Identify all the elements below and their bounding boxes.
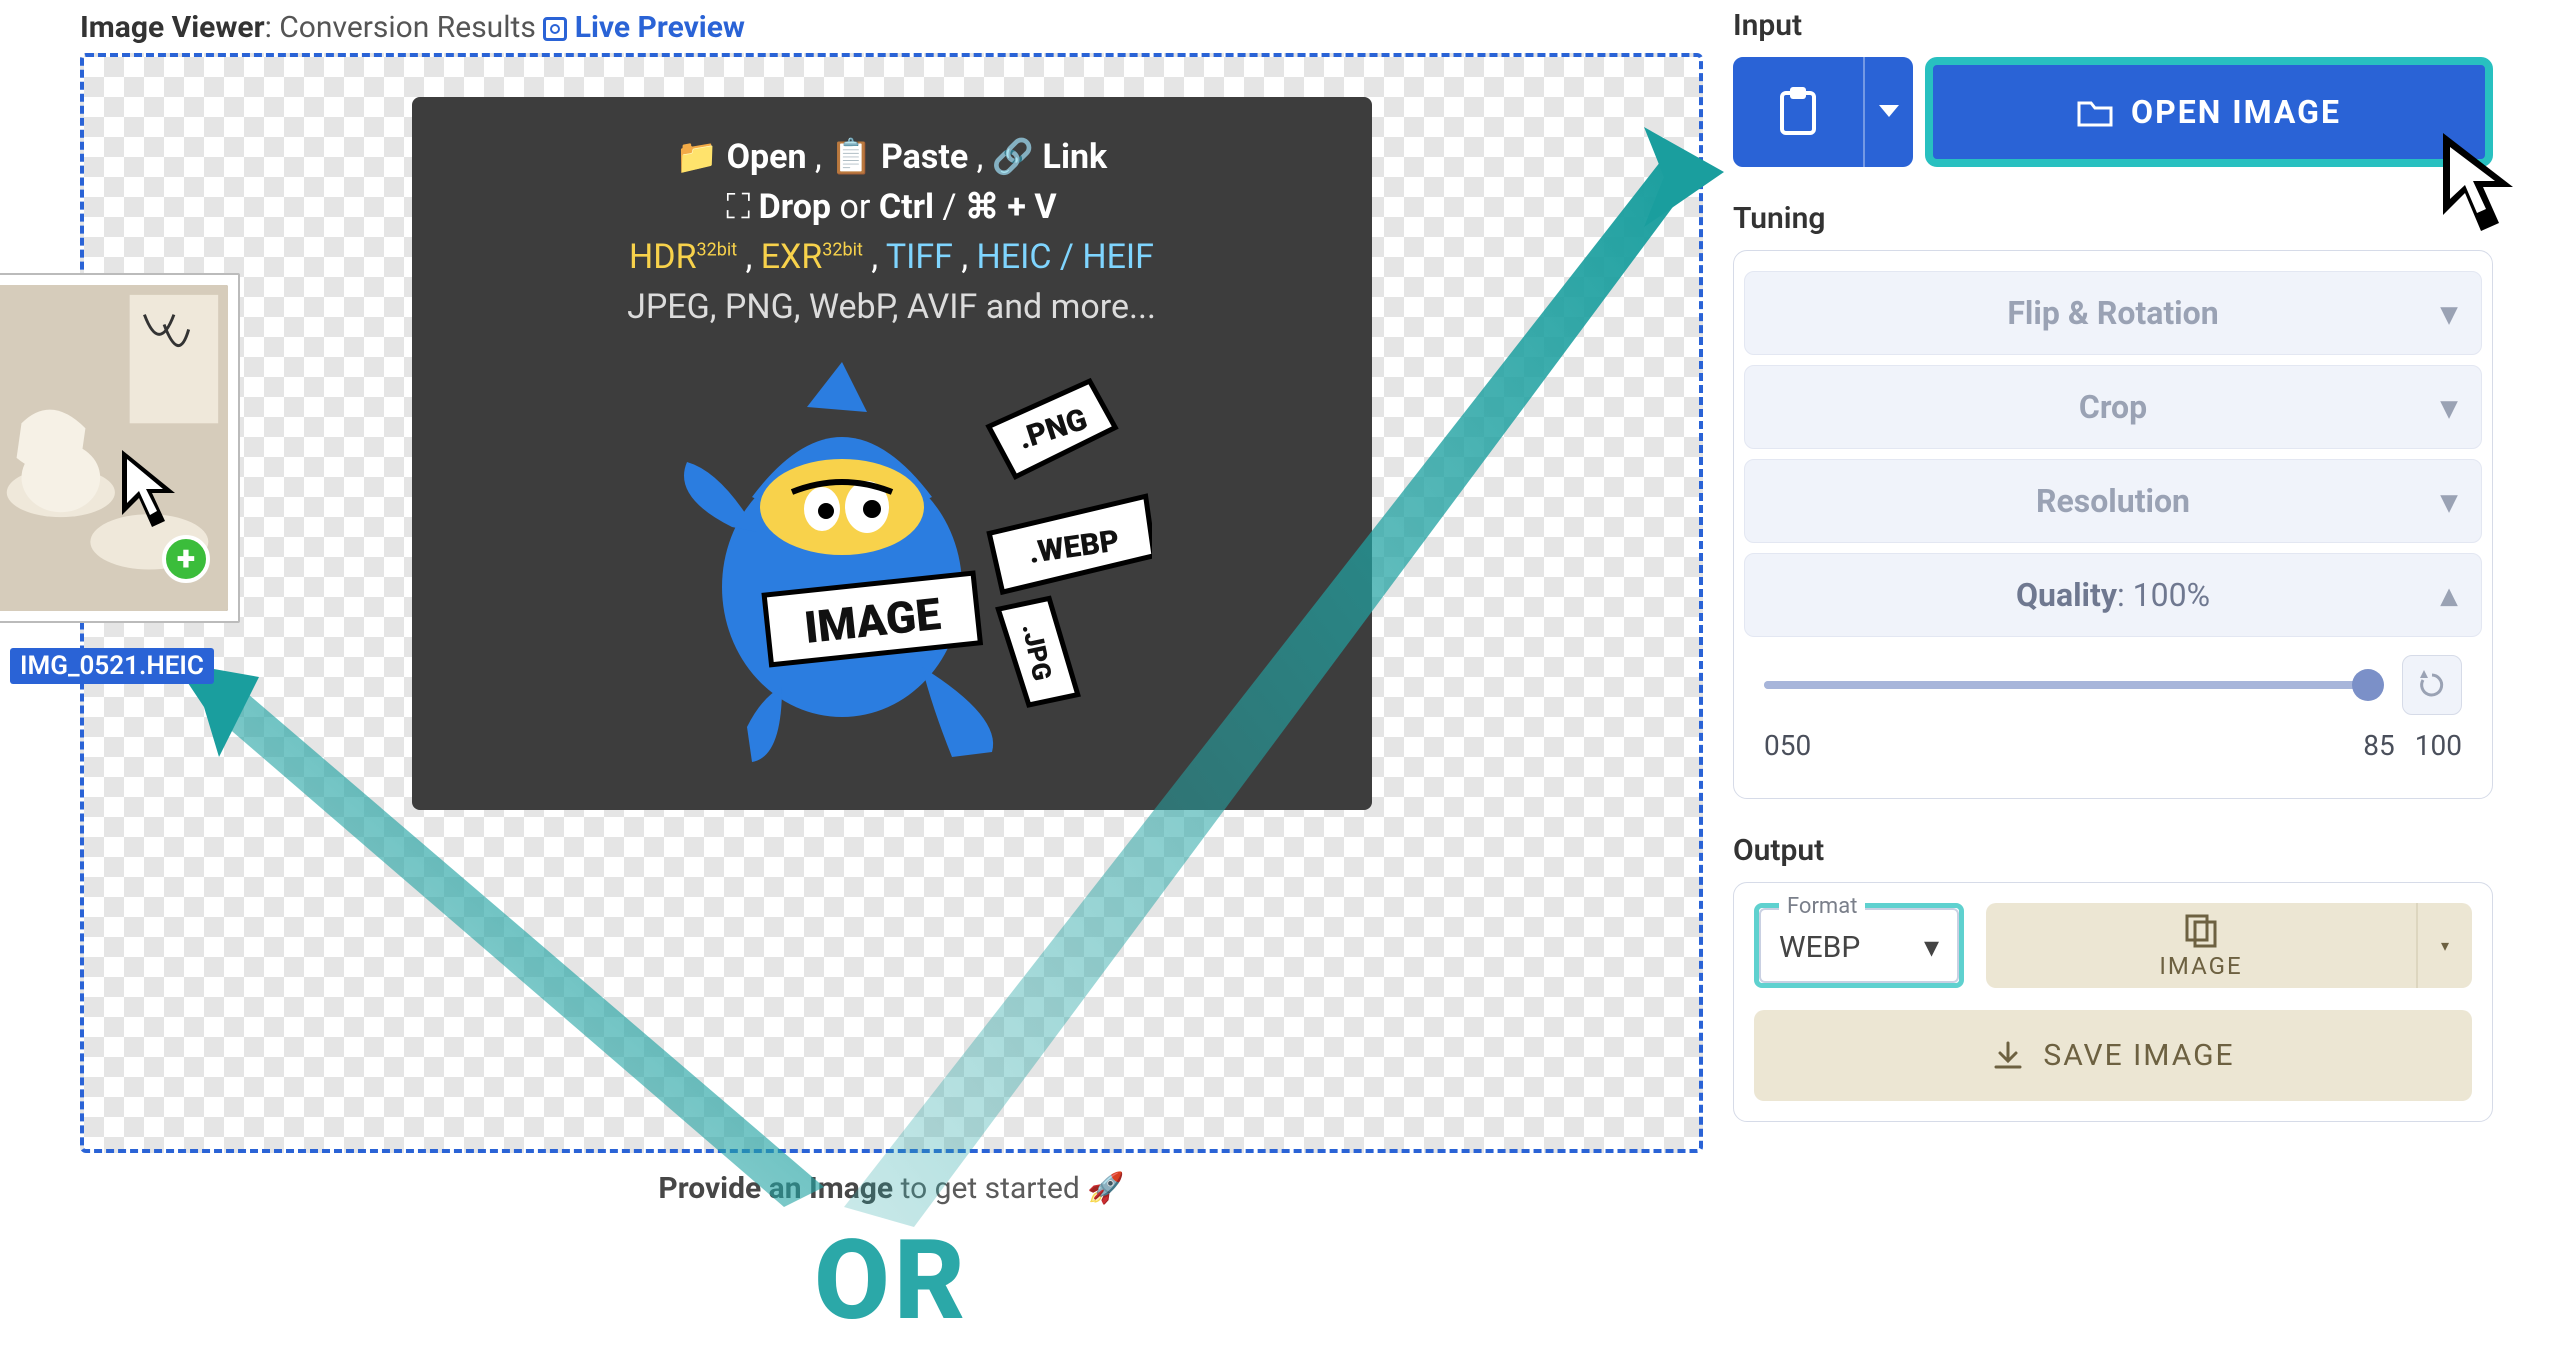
accordion-crop[interactable]: Crop ▾ [1744,365,2482,449]
accordion-resolution-label: Resolution [2036,482,2190,520]
format-value: WEBP [1779,930,1860,965]
format-field-label: Format [1779,894,1865,919]
ctrl-label: Ctrl [879,187,934,227]
tuning-section-title: Tuning [1733,201,2493,236]
annotation-cursor-icon [2437,127,2527,237]
accordion-crop-label: Crop [2079,388,2147,426]
chevron-down-icon: ▾ [1924,930,1939,965]
tiff-label: TIFF [886,237,953,277]
viewer-header: Image Viewer: Conversion Results Live Pr… [80,0,1703,53]
exr-label: EXR32bit [761,237,863,277]
drop-hint-panel: 📁 Open , 📋 Paste , 🔗 Link ⛶ Drop or Ctrl… [412,97,1372,810]
quality-value: : 100% [2117,576,2210,614]
more-label: and more... [977,287,1156,327]
tuning-card: Flip & Rotation ▾ Crop ▾ Resolution ▾ Qu… [1733,250,2493,799]
footer-hint: Provide an Image to get started 🚀 [80,1171,1703,1206]
viewer-subtitle: : Conversion Results [265,10,536,45]
format-select[interactable]: Format WEBP ▾ [1754,903,1964,988]
hdr-label: HDR32bit [629,237,737,277]
drag-thumbnail[interactable]: + [0,273,240,623]
drop-icon: ⛶ [726,187,750,227]
add-badge-icon: + [162,535,210,583]
folder-icon [2077,97,2113,127]
tick-100: 100 [2415,729,2462,762]
open-image-label: OPEN IMAGE [2131,93,2341,131]
tick-50: 50 [1780,729,1811,762]
thumbnail-filename: IMG_0521.HEIC [10,648,214,684]
output-section-title: Output [1733,833,2493,868]
quality-label: Quality [2016,576,2117,614]
quality-slider[interactable] [1764,681,2382,689]
folder-icon: 📁 [676,137,718,177]
link-icon: 🔗 [992,137,1034,177]
accordion-flip-rotation[interactable]: Flip & Rotation ▾ [1744,271,2482,355]
cmd-label: ⌘ [965,187,999,227]
chevron-down-icon: ▾ [2441,388,2457,426]
drag-cursor-icon [117,445,187,535]
download-icon [1991,1039,2025,1073]
clipboard-icon[interactable] [1733,57,1863,167]
reset-quality-button[interactable] [2402,655,2462,715]
viewer-title: Image Viewer [80,10,265,45]
formats-label: JPEG, PNG, WebP, AVIF [627,287,977,327]
or-annotation: OR [80,1216,1703,1345]
output-card: Format WEBP ▾ IMAGE ▾ SAVE IMAGE [1733,882,2493,1122]
heic-label: HEIC / HEIF [977,237,1154,277]
footer-hint-rest: to get started 🚀 [893,1171,1124,1206]
copy-image-dropdown[interactable]: ▾ [2416,903,2472,988]
input-section-title: Input [1733,8,2493,43]
slider-ticks: 0 50 85 100 [1764,729,2462,762]
accordion-resolution[interactable]: Resolution ▾ [1744,459,2482,543]
mascot-illustration: IMAGE .PNG .WEBP [632,357,1152,777]
reset-icon [2417,670,2447,700]
tick-85: 85 [2363,729,2394,762]
clipboard-icon: 📋 [830,137,872,177]
or-label: or [839,187,870,227]
accordion-flip-label: Flip & Rotation [2007,294,2218,332]
live-preview-icon [543,17,567,41]
chevron-down-icon: ▾ [2441,294,2457,332]
open-label: Open [727,137,807,177]
chevron-down-icon: ▾ [2441,482,2457,520]
tick-0: 0 [1764,729,1780,762]
combo-label: + V [1007,187,1056,227]
quality-body: 0 50 85 100 [1744,647,2482,788]
save-image-button[interactable]: SAVE IMAGE [1754,1010,2472,1101]
copy-image-button[interactable]: IMAGE ▾ [1986,903,2472,988]
copy-image-label: IMAGE [2159,952,2242,980]
clipboard-dropdown[interactable] [1863,57,1913,167]
accordion-quality[interactable]: Quality: 100% ▴ [1744,553,2482,637]
drop-label: Drop [759,187,831,227]
chevron-up-icon: ▴ [2441,576,2457,614]
open-image-button[interactable]: OPEN IMAGE [1925,57,2493,167]
copy-icon [2183,912,2219,948]
link-label: Link [1043,137,1108,177]
footer-hint-bold: Provide an Image [658,1171,893,1206]
slider-thumb[interactable] [2352,669,2384,701]
paste-label: Paste [881,137,968,177]
live-preview-label[interactable]: Live Preview [575,10,745,45]
drop-canvas[interactable]: 📁 Open , 📋 Paste , 🔗 Link ⛶ Drop or Ctrl… [80,53,1703,1153]
paste-clipboard-button[interactable] [1733,57,1913,167]
save-image-label: SAVE IMAGE [2043,1038,2234,1073]
